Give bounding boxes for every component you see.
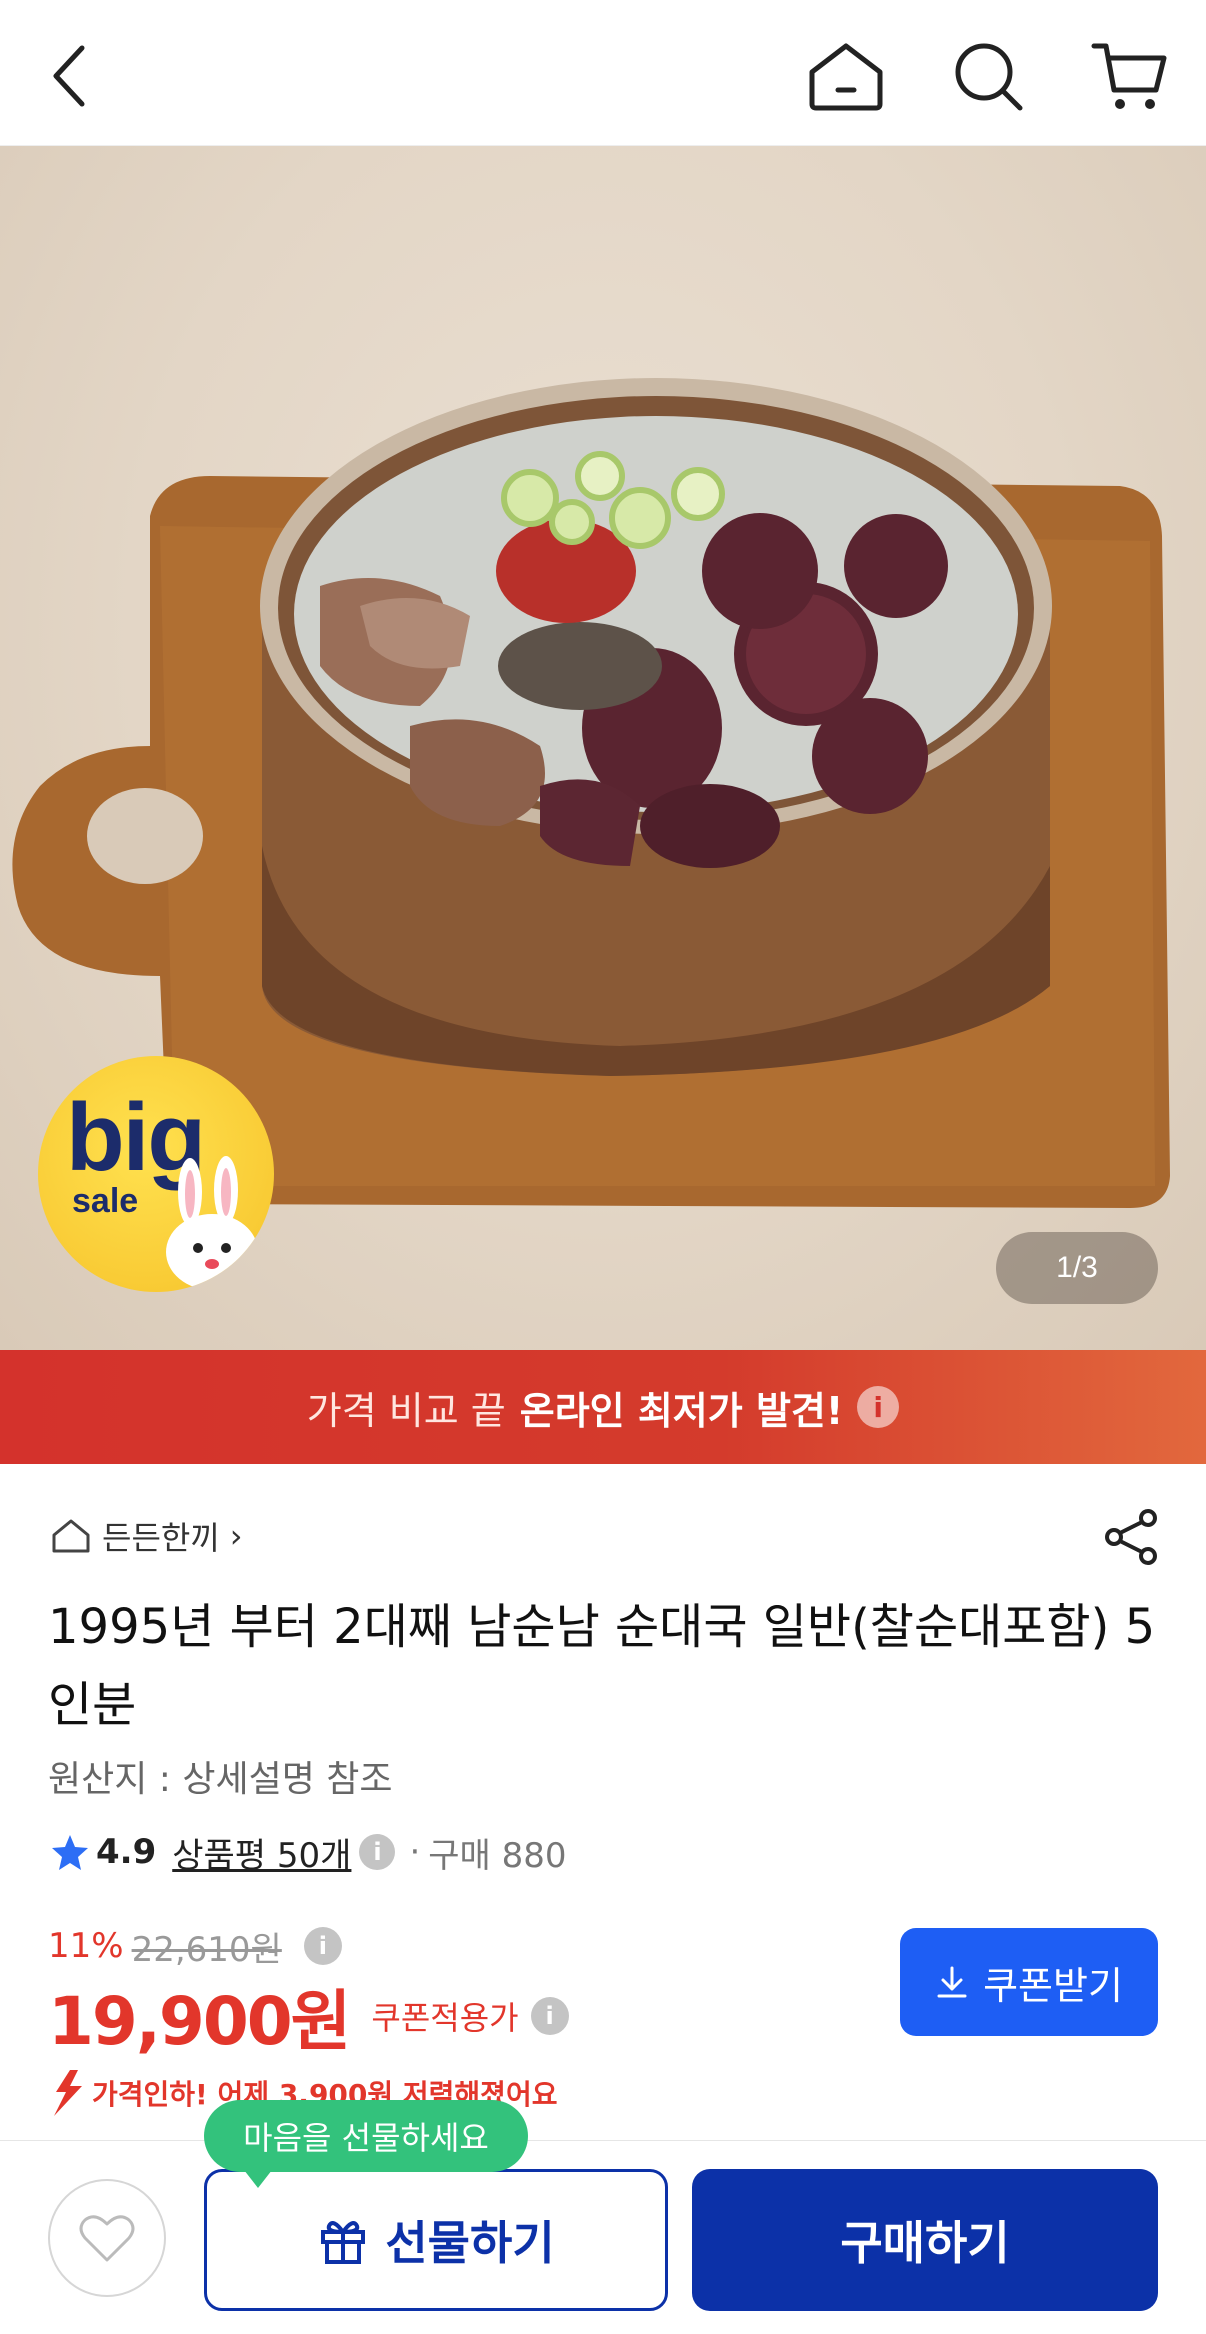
get-coupon-button[interactable]: 쿠폰받기 — [900, 1928, 1158, 2036]
reviews-link[interactable]: 상품평 50개 — [172, 1828, 351, 1877]
product-title: 1995년 부터 2대째 남순남 순대국 일반(찰순대포함) 5인분 — [48, 1599, 1156, 1733]
rating-info-icon[interactable]: i — [359, 1834, 396, 1870]
price-info-icon[interactable]: i — [303, 1927, 342, 1965]
buy-button[interactable]: 구매하기 — [692, 2169, 1158, 2311]
discount-row: 11% 22,610원 i — [48, 1922, 569, 1970]
product-image-carousel[interactable]: big sale 1/3 — [0, 146, 1206, 1350]
coupon-applied-label: 쿠폰적용가 — [371, 1999, 519, 2037]
promo-light-text: 가격 비교 끝 — [306, 1388, 506, 1433]
heart-icon — [79, 2215, 135, 2262]
lowest-price-banner[interactable]: 가격 비교 끝 온라인 최저가 발견! i — [0, 1350, 1206, 1464]
gift-tooltip: 마음을 선물하세요 — [204, 2100, 528, 2188]
gift-button-label: 선물하기 — [385, 2216, 555, 2270]
rating-separator: · — [409, 1832, 421, 1872]
get-coupon-label: 쿠폰받기 — [983, 1963, 1123, 2008]
product-origin: 원산지 : 상세설명 참조 — [48, 1759, 393, 1800]
discount-rate: 11% — [48, 1926, 124, 1966]
cart-icon — [1091, 43, 1167, 109]
chevron-right-icon: › — [229, 1517, 243, 1555]
store-link[interactable]: 든든한끼 › — [50, 1512, 243, 1560]
final-price: 19,900원 — [48, 1983, 351, 2060]
gift-icon — [321, 2221, 366, 2264]
big-sale-badge: big sale — [38, 1056, 274, 1292]
price-block: 11% 22,610원 i 19,900원 쿠폰적용가 i 가격인하! 어제 3… — [48, 1922, 569, 2118]
rabbit-mascot-icon — [166, 1156, 258, 1290]
price-drop-arrow-icon — [54, 2070, 82, 2116]
home-icon — [809, 43, 883, 111]
rating-row: 4.9 상품평 50개 i · 구매 880 — [50, 1828, 567, 1876]
chevron-left-icon — [53, 45, 85, 107]
cart-button[interactable] — [1082, 28, 1178, 124]
wishlist-button[interactable] — [48, 2179, 166, 2297]
share-icon[interactable] — [1100, 1506, 1162, 1568]
star-icon — [52, 1835, 88, 1870]
gift-button[interactable]: 선물하기 — [204, 2169, 668, 2311]
back-button[interactable] — [22, 28, 118, 124]
final-price-row: 19,900원 쿠폰적용가 i — [48, 1978, 569, 2060]
download-icon — [937, 1966, 967, 1998]
promo-bold-text: 온라인 최저가 발견! — [519, 1388, 844, 1433]
info-icon[interactable]: i — [857, 1386, 900, 1428]
coupon-price-info-icon[interactable]: i — [530, 1997, 569, 2035]
badge-sale-text: sale — [72, 1182, 139, 1220]
store-home-icon — [52, 1519, 90, 1553]
top-nav-bar — [0, 0, 1206, 146]
bottom-action-bar: 선물하기 구매하기 — [0, 2140, 1206, 2334]
search-button[interactable] — [940, 28, 1036, 124]
search-icon — [955, 43, 1023, 111]
home-button[interactable] — [798, 28, 894, 124]
purchase-count: 구매 880 — [428, 1835, 567, 1876]
original-price: 22,610원 — [131, 1929, 282, 1970]
image-pager-indicator: 1/3 — [996, 1232, 1158, 1304]
store-name: 든든한끼 — [102, 1519, 220, 1557]
rating-score: 4.9 — [96, 1832, 157, 1872]
